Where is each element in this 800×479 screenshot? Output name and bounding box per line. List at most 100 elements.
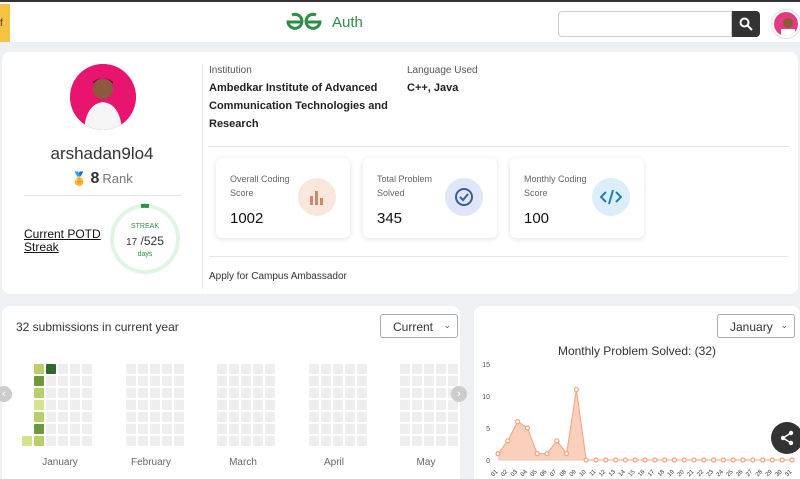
x-tick-label: 28 xyxy=(755,469,764,478)
data-point xyxy=(701,457,707,463)
x-tick-label: 16 xyxy=(637,469,646,478)
heatmap-cell xyxy=(309,376,319,386)
heatmap-cell xyxy=(265,424,275,434)
heatmap-cell xyxy=(150,400,160,410)
x-tick-label: 02 xyxy=(500,469,509,478)
heatmap-cell xyxy=(34,424,44,434)
heatmap-cell xyxy=(333,412,343,422)
heatmap-cell xyxy=(46,436,56,446)
heatmap-cell xyxy=(241,412,251,422)
heatmap-cell xyxy=(150,424,160,434)
heatmap-cell xyxy=(217,424,227,434)
data-point xyxy=(524,425,531,431)
heatmap-cell xyxy=(265,400,275,410)
x-tick-label: 19 xyxy=(667,469,676,478)
x-tick-label: 31 xyxy=(784,469,793,478)
potd-streak-link[interactable]: Current POTD Streak xyxy=(24,228,114,254)
sidebar-toggle[interactable]: f xyxy=(0,4,10,42)
heatmap-cell xyxy=(412,364,422,374)
heatmap-cell xyxy=(436,412,446,422)
heatmap-cell xyxy=(412,424,422,434)
heatmap-cell xyxy=(309,388,319,398)
heatmap-cell xyxy=(253,388,263,398)
data-point xyxy=(613,457,619,463)
series-area xyxy=(498,389,792,460)
month-label: March xyxy=(229,457,257,468)
heatmap-cell xyxy=(70,424,80,434)
heatmap-cell xyxy=(241,376,251,386)
heatmap-cell xyxy=(345,424,355,434)
heatmap-cell xyxy=(126,424,136,434)
x-tick-label: 06 xyxy=(539,469,548,478)
search-icon xyxy=(739,17,753,31)
x-tick-label: 26 xyxy=(735,469,744,478)
month-label: January xyxy=(42,457,78,468)
heatmap-cell xyxy=(229,400,239,410)
heatmap-cell xyxy=(321,424,331,434)
heatmap-cell xyxy=(424,424,434,434)
heatmap-cell xyxy=(253,364,263,374)
heatmap-cell xyxy=(70,388,80,398)
heatmap-cell xyxy=(241,400,251,410)
heatmap-cell xyxy=(400,364,410,374)
heatmap-cell xyxy=(174,364,184,374)
heatmap-cell xyxy=(229,376,239,386)
heatmap-cell xyxy=(412,412,422,422)
month-select[interactable]: January ⌄ xyxy=(717,314,795,338)
x-tick-label: 30 xyxy=(775,469,784,478)
top-navbar: f Auth xyxy=(0,0,800,42)
x-tick-label: 13 xyxy=(608,469,617,478)
heatmap-cell xyxy=(321,400,331,410)
heatmap-cell xyxy=(229,424,239,434)
heatmap-prev-button[interactable]: ‹ xyxy=(0,386,12,402)
year-select[interactable]: Current ⌄ xyxy=(380,314,458,338)
heatmap-cell xyxy=(126,388,136,398)
heatmap-cell xyxy=(58,412,68,422)
heatmap-cell xyxy=(448,424,458,434)
x-tick-label: 10 xyxy=(579,469,588,478)
heatmap-cell xyxy=(70,376,80,386)
heatmap-cell xyxy=(138,436,148,446)
heatmap-cell xyxy=(265,436,275,446)
heatmap-cell xyxy=(241,388,251,398)
heatmap-cell xyxy=(424,364,434,374)
streak-count: 17 /525 xyxy=(126,234,164,248)
heatmap-cell xyxy=(150,412,160,422)
data-point xyxy=(563,450,570,457)
heatmap-cell xyxy=(345,388,355,398)
y-tick-label: 5 xyxy=(486,426,490,433)
heatmap-cell xyxy=(400,436,410,446)
rank-display: 🏅 8 Rank xyxy=(2,170,202,188)
institution-label: Institution xyxy=(209,65,252,76)
campus-ambassador-link[interactable]: Apply for Campus Ambassador xyxy=(209,271,347,282)
heatmap-cell xyxy=(241,436,251,446)
heatmap-cell xyxy=(126,376,136,386)
divider xyxy=(24,195,182,196)
user-avatar[interactable] xyxy=(772,10,800,38)
heatmap-cell xyxy=(174,436,184,446)
streak-label: STREAK xyxy=(130,223,159,230)
stat-value: 1002 xyxy=(230,210,264,227)
heatmap-cell xyxy=(138,412,148,422)
month-label: April xyxy=(323,457,344,468)
heatmap-cell xyxy=(357,376,367,386)
search-button[interactable] xyxy=(732,11,760,37)
heatmap-cell xyxy=(333,424,343,434)
rank-value: 8 xyxy=(90,170,100,187)
heatmap-cell xyxy=(46,364,56,374)
site-logo[interactable]: Auth xyxy=(284,12,363,32)
language-value: C++, Java xyxy=(407,82,459,94)
heatmap-cell xyxy=(265,388,275,398)
y-tick-label: 15 xyxy=(482,362,490,369)
stat-value: 345 xyxy=(377,210,403,227)
heatmap-cell xyxy=(424,436,434,446)
heatmap-cell xyxy=(424,376,434,386)
x-tick-label: 27 xyxy=(745,469,754,478)
heatmap-next-button[interactable]: › xyxy=(451,386,467,402)
heatmap-cell xyxy=(309,364,319,374)
medal-icon: 🏅 xyxy=(71,171,88,186)
share-button[interactable] xyxy=(771,422,800,454)
month-select-value: January xyxy=(730,320,773,334)
search-input[interactable] xyxy=(558,11,732,37)
bar-chart-icon xyxy=(298,178,336,216)
